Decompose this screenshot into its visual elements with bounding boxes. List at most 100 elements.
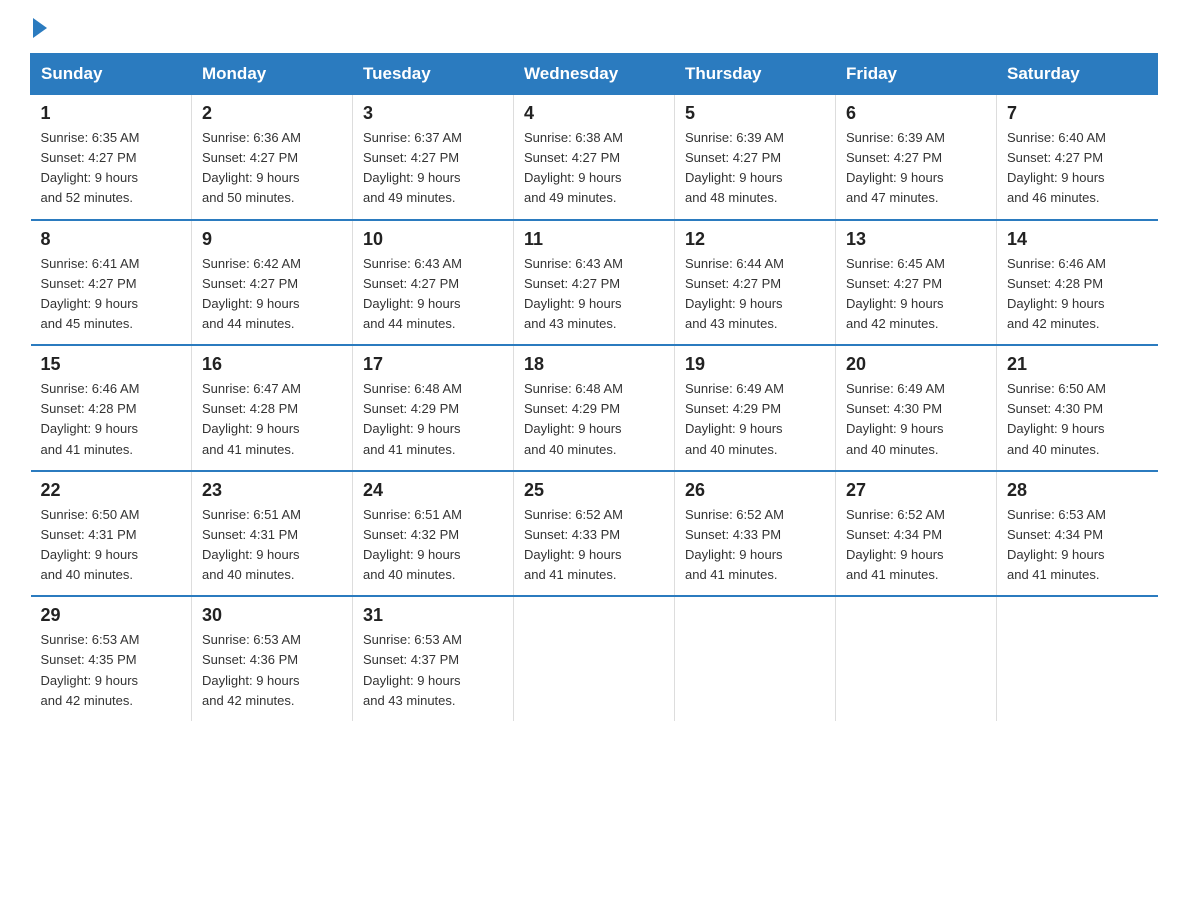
- day-number: 24: [363, 480, 503, 501]
- weekday-header-friday: Friday: [836, 54, 997, 95]
- day-number: 22: [41, 480, 182, 501]
- calendar-cell: 27 Sunrise: 6:52 AMSunset: 4:34 PMDayligh…: [836, 471, 997, 597]
- day-number: 20: [846, 354, 986, 375]
- calendar-cell: 31Sunrise: 6:53 AMSunset: 4:37 PMDayligh…: [353, 596, 514, 721]
- day-info: Sunrise: 6:50 AMSunset: 4:30 PMDaylight:…: [1007, 379, 1148, 460]
- day-number: 29: [41, 605, 182, 626]
- calendar-cell: [997, 596, 1158, 721]
- day-info: Sunrise: 6:41 AMSunset: 4:27 PMDaylight:…: [41, 254, 182, 335]
- calendar-cell: 22 Sunrise: 6:50 AMSunset: 4:31 PMDayligh…: [31, 471, 192, 597]
- day-info: Sunrise: 6:49 AMSunset: 4:29 PMDaylight:…: [685, 379, 825, 460]
- day-number: 26: [685, 480, 825, 501]
- calendar-cell: 25 Sunrise: 6:52 AMSunset: 4:33 PMDayligh…: [514, 471, 675, 597]
- day-info: Sunrise: 6:53 AMSunset: 4:35 PMDaylight:…: [41, 630, 182, 711]
- weekday-header-wednesday: Wednesday: [514, 54, 675, 95]
- day-info: Sunrise: 6:37 AMSunset: 4:27 PMDaylight:…: [363, 128, 503, 209]
- calendar-cell: 28 Sunrise: 6:53 AMSunset: 4:34 PMDayligh…: [997, 471, 1158, 597]
- day-info: Sunrise: 6:49 AMSunset: 4:30 PMDaylight:…: [846, 379, 986, 460]
- day-info: Sunrise: 6:35 AMSunset: 4:27 PMDaylight:…: [41, 128, 182, 209]
- calendar-cell: [514, 596, 675, 721]
- day-info: Sunrise: 6:43 AMSunset: 4:27 PMDaylight:…: [524, 254, 664, 335]
- calendar-cell: 7 Sunrise: 6:40 AMSunset: 4:27 PMDaylight…: [997, 95, 1158, 220]
- day-info: Sunrise: 6:42 AMSunset: 4:27 PMDaylight:…: [202, 254, 342, 335]
- day-info: Sunrise: 6:51 AMSunset: 4:31 PMDaylight:…: [202, 505, 342, 586]
- day-number: 1: [41, 103, 182, 124]
- weekday-header-row: SundayMondayTuesdayWednesdayThursdayFrid…: [31, 54, 1158, 95]
- day-info: Sunrise: 6:43 AMSunset: 4:27 PMDaylight:…: [363, 254, 503, 335]
- calendar-cell: 3 Sunrise: 6:37 AMSunset: 4:27 PMDaylight…: [353, 95, 514, 220]
- calendar-cell: 21 Sunrise: 6:50 AMSunset: 4:30 PMDayligh…: [997, 345, 1158, 471]
- calendar-cell: 20 Sunrise: 6:49 AMSunset: 4:30 PMDayligh…: [836, 345, 997, 471]
- day-info: Sunrise: 6:45 AMSunset: 4:27 PMDaylight:…: [846, 254, 986, 335]
- day-info: Sunrise: 6:53 AMSunset: 4:37 PMDaylight:…: [363, 630, 503, 711]
- day-number: 14: [1007, 229, 1148, 250]
- day-info: Sunrise: 6:47 AMSunset: 4:28 PMDaylight:…: [202, 379, 342, 460]
- calendar-cell: 16Sunrise: 6:47 AMSunset: 4:28 PMDayligh…: [192, 345, 353, 471]
- calendar-cell: 23 Sunrise: 6:51 AMSunset: 4:31 PMDayligh…: [192, 471, 353, 597]
- day-number: 13: [846, 229, 986, 250]
- day-info: Sunrise: 6:53 AMSunset: 4:34 PMDaylight:…: [1007, 505, 1148, 586]
- calendar-cell: 1 Sunrise: 6:35 AMSunset: 4:27 PMDaylight…: [31, 95, 192, 220]
- day-info: Sunrise: 6:51 AMSunset: 4:32 PMDaylight:…: [363, 505, 503, 586]
- day-info: Sunrise: 6:52 AMSunset: 4:34 PMDaylight:…: [846, 505, 986, 586]
- page-header: [30, 20, 1158, 35]
- day-info: Sunrise: 6:46 AMSunset: 4:28 PMDaylight:…: [41, 379, 182, 460]
- calendar-week-row: 1 Sunrise: 6:35 AMSunset: 4:27 PMDaylight…: [31, 95, 1158, 220]
- day-number: 15: [41, 354, 182, 375]
- calendar-table: SundayMondayTuesdayWednesdayThursdayFrid…: [30, 53, 1158, 721]
- calendar-week-row: 15 Sunrise: 6:46 AMSunset: 4:28 PMDayligh…: [31, 345, 1158, 471]
- day-number: 19: [685, 354, 825, 375]
- day-number: 28: [1007, 480, 1148, 501]
- calendar-cell: 11 Sunrise: 6:43 AMSunset: 4:27 PMDayligh…: [514, 220, 675, 346]
- calendar-week-row: 22 Sunrise: 6:50 AMSunset: 4:31 PMDayligh…: [31, 471, 1158, 597]
- calendar-cell: 13 Sunrise: 6:45 AMSunset: 4:27 PMDayligh…: [836, 220, 997, 346]
- calendar-cell: 5Sunrise: 6:39 AMSunset: 4:27 PMDaylight…: [675, 95, 836, 220]
- calendar-cell: 24 Sunrise: 6:51 AMSunset: 4:32 PMDayligh…: [353, 471, 514, 597]
- calendar-week-row: 29 Sunrise: 6:53 AMSunset: 4:35 PMDayligh…: [31, 596, 1158, 721]
- day-info: Sunrise: 6:44 AMSunset: 4:27 PMDaylight:…: [685, 254, 825, 335]
- calendar-cell: [836, 596, 997, 721]
- calendar-cell: 9Sunrise: 6:42 AMSunset: 4:27 PMDaylight…: [192, 220, 353, 346]
- weekday-header-monday: Monday: [192, 54, 353, 95]
- calendar-cell: 2Sunrise: 6:36 AMSunset: 4:27 PMDaylight…: [192, 95, 353, 220]
- calendar-cell: 19 Sunrise: 6:49 AMSunset: 4:29 PMDayligh…: [675, 345, 836, 471]
- calendar-cell: 15 Sunrise: 6:46 AMSunset: 4:28 PMDayligh…: [31, 345, 192, 471]
- calendar-cell: 30 Sunrise: 6:53 AMSunset: 4:36 PMDayligh…: [192, 596, 353, 721]
- calendar-cell: 26 Sunrise: 6:52 AMSunset: 4:33 PMDayligh…: [675, 471, 836, 597]
- day-info: Sunrise: 6:39 AMSunset: 4:27 PMDaylight:…: [846, 128, 986, 209]
- day-info: Sunrise: 6:36 AMSunset: 4:27 PMDaylight:…: [202, 128, 342, 209]
- calendar-cell: 29 Sunrise: 6:53 AMSunset: 4:35 PMDayligh…: [31, 596, 192, 721]
- day-info: Sunrise: 6:48 AMSunset: 4:29 PMDaylight:…: [524, 379, 664, 460]
- day-number: 11: [524, 229, 664, 250]
- logo: [30, 20, 47, 35]
- day-info: Sunrise: 6:40 AMSunset: 4:27 PMDaylight:…: [1007, 128, 1148, 209]
- day-number: 10: [363, 229, 503, 250]
- day-number: 18: [524, 354, 664, 375]
- calendar-cell: 18 Sunrise: 6:48 AMSunset: 4:29 PMDayligh…: [514, 345, 675, 471]
- day-info: Sunrise: 6:53 AMSunset: 4:36 PMDaylight:…: [202, 630, 342, 711]
- day-info: Sunrise: 6:39 AMSunset: 4:27 PMDaylight:…: [685, 128, 825, 209]
- day-number: 21: [1007, 354, 1148, 375]
- day-info: Sunrise: 6:48 AMSunset: 4:29 PMDaylight:…: [363, 379, 503, 460]
- weekday-header-tuesday: Tuesday: [353, 54, 514, 95]
- weekday-header-saturday: Saturday: [997, 54, 1158, 95]
- day-number: 27: [846, 480, 986, 501]
- day-info: Sunrise: 6:46 AMSunset: 4:28 PMDaylight:…: [1007, 254, 1148, 335]
- day-number: 12: [685, 229, 825, 250]
- calendar-cell: 17 Sunrise: 6:48 AMSunset: 4:29 PMDayligh…: [353, 345, 514, 471]
- day-number: 30: [202, 605, 342, 626]
- day-number: 17: [363, 354, 503, 375]
- day-number: 23: [202, 480, 342, 501]
- day-number: 25: [524, 480, 664, 501]
- day-info: Sunrise: 6:52 AMSunset: 4:33 PMDaylight:…: [524, 505, 664, 586]
- day-number: 3: [363, 103, 503, 124]
- day-info: Sunrise: 6:50 AMSunset: 4:31 PMDaylight:…: [41, 505, 182, 586]
- calendar-cell: [675, 596, 836, 721]
- calendar-week-row: 8Sunrise: 6:41 AMSunset: 4:27 PMDaylight…: [31, 220, 1158, 346]
- day-info: Sunrise: 6:52 AMSunset: 4:33 PMDaylight:…: [685, 505, 825, 586]
- calendar-cell: 14 Sunrise: 6:46 AMSunset: 4:28 PMDayligh…: [997, 220, 1158, 346]
- day-info: Sunrise: 6:38 AMSunset: 4:27 PMDaylight:…: [524, 128, 664, 209]
- day-number: 7: [1007, 103, 1148, 124]
- calendar-cell: 12 Sunrise: 6:44 AMSunset: 4:27 PMDayligh…: [675, 220, 836, 346]
- calendar-cell: 8Sunrise: 6:41 AMSunset: 4:27 PMDaylight…: [31, 220, 192, 346]
